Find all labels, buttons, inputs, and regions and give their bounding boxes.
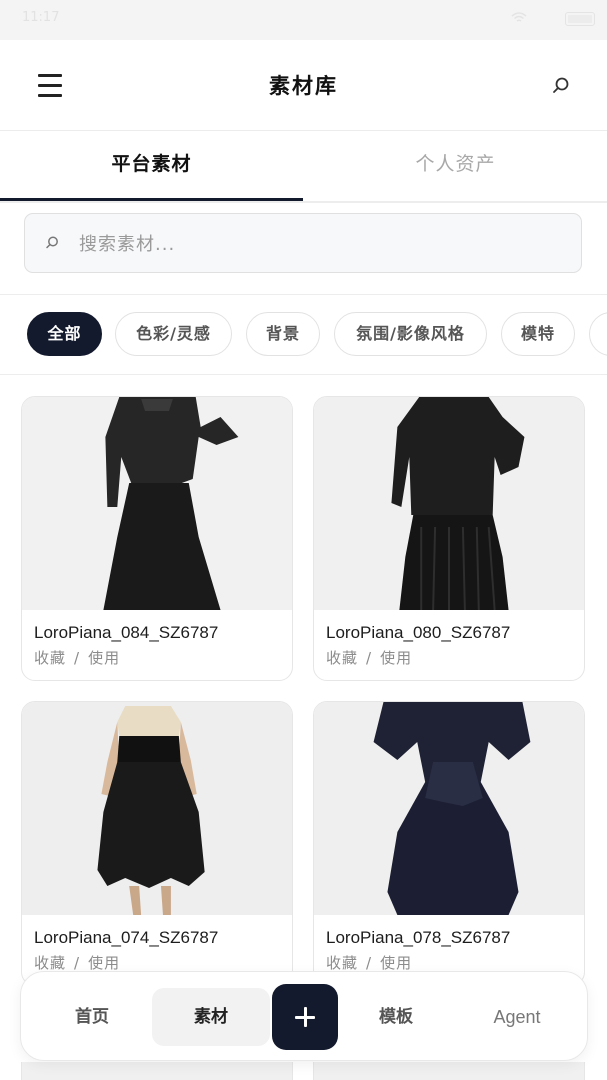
wifi-icon [511, 12, 527, 22]
chip-atmosphere-style[interactable]: 氛围/影像风格 [334, 312, 487, 356]
material-actions: 收藏 / 使用 [326, 952, 412, 973]
chip-all[interactable]: 全部 [27, 312, 102, 356]
use-button[interactable]: 使用 [88, 954, 120, 972]
chip-color-inspiration[interactable]: 色彩/灵感 [115, 312, 232, 356]
tab-bar: 平台素材 个人资产 [0, 131, 607, 203]
material-actions: 收藏 / 使用 [34, 952, 120, 973]
material-thumbnail [22, 702, 292, 915]
material-card[interactable]: LoroPiana_078_SZ6787 收藏 / 使用 [313, 701, 585, 986]
bottom-navigation: 首页 素材 模板 Agent [20, 971, 588, 1061]
material-card-peek [21, 1062, 293, 1080]
app-header: 素材库 [0, 40, 607, 131]
material-name: LoroPiana_084_SZ6787 [34, 623, 219, 642]
chip-more[interactable] [589, 312, 607, 356]
search-icon[interactable] [549, 74, 573, 98]
battery-icon [565, 12, 595, 26]
nav-materials[interactable]: 素材 [152, 988, 270, 1046]
status-bar: 11:17 [0, 0, 607, 40]
favorite-button[interactable]: 收藏 [326, 649, 358, 667]
material-card[interactable]: LoroPiana_084_SZ6787 收藏 / 使用 [21, 396, 293, 681]
material-name: LoroPiana_074_SZ6787 [34, 928, 219, 947]
material-card-peek [313, 1062, 585, 1080]
search-bar[interactable] [24, 213, 582, 273]
tab-personal-assets[interactable]: 个人资产 [304, 131, 607, 199]
material-thumbnail [22, 397, 292, 610]
use-button[interactable]: 使用 [380, 649, 412, 667]
material-thumbnail [314, 702, 584, 915]
separator: / [74, 954, 81, 972]
chip-background[interactable]: 背景 [246, 312, 320, 356]
search-input[interactable] [77, 224, 561, 264]
category-filter: 全部 色彩/灵感 背景 氛围/影像风格 模特 [0, 312, 607, 358]
page-title: 素材库 [269, 74, 338, 98]
nav-templates[interactable]: 模板 [345, 988, 447, 1046]
use-button[interactable]: 使用 [380, 954, 412, 972]
material-actions: 收藏 / 使用 [326, 647, 412, 668]
material-actions: 收藏 / 使用 [34, 647, 120, 668]
separator: / [366, 649, 373, 667]
use-button[interactable]: 使用 [88, 649, 120, 667]
nav-agent[interactable]: Agent [465, 988, 569, 1046]
favorite-button[interactable]: 收藏 [34, 649, 66, 667]
favorite-button[interactable]: 收藏 [326, 954, 358, 972]
chip-model[interactable]: 模特 [501, 312, 575, 356]
material-card[interactable]: LoroPiana_080_SZ6787 收藏 / 使用 [313, 396, 585, 681]
material-name: LoroPiana_080_SZ6787 [326, 623, 511, 642]
material-thumbnail [314, 397, 584, 610]
separator: / [366, 954, 373, 972]
search-icon [46, 236, 58, 249]
material-name: LoroPiana_078_SZ6787 [326, 928, 511, 947]
divider [0, 374, 607, 375]
separator: / [74, 649, 81, 667]
status-time: 11:17 [22, 10, 60, 25]
divider [0, 294, 607, 295]
material-card[interactable]: LoroPiana_074_SZ6787 收藏 / 使用 [21, 701, 293, 986]
nav-home[interactable]: 首页 [41, 988, 143, 1046]
add-button[interactable] [272, 984, 338, 1050]
favorite-button[interactable]: 收藏 [34, 954, 66, 972]
tab-platform-materials[interactable]: 平台素材 [0, 131, 303, 201]
